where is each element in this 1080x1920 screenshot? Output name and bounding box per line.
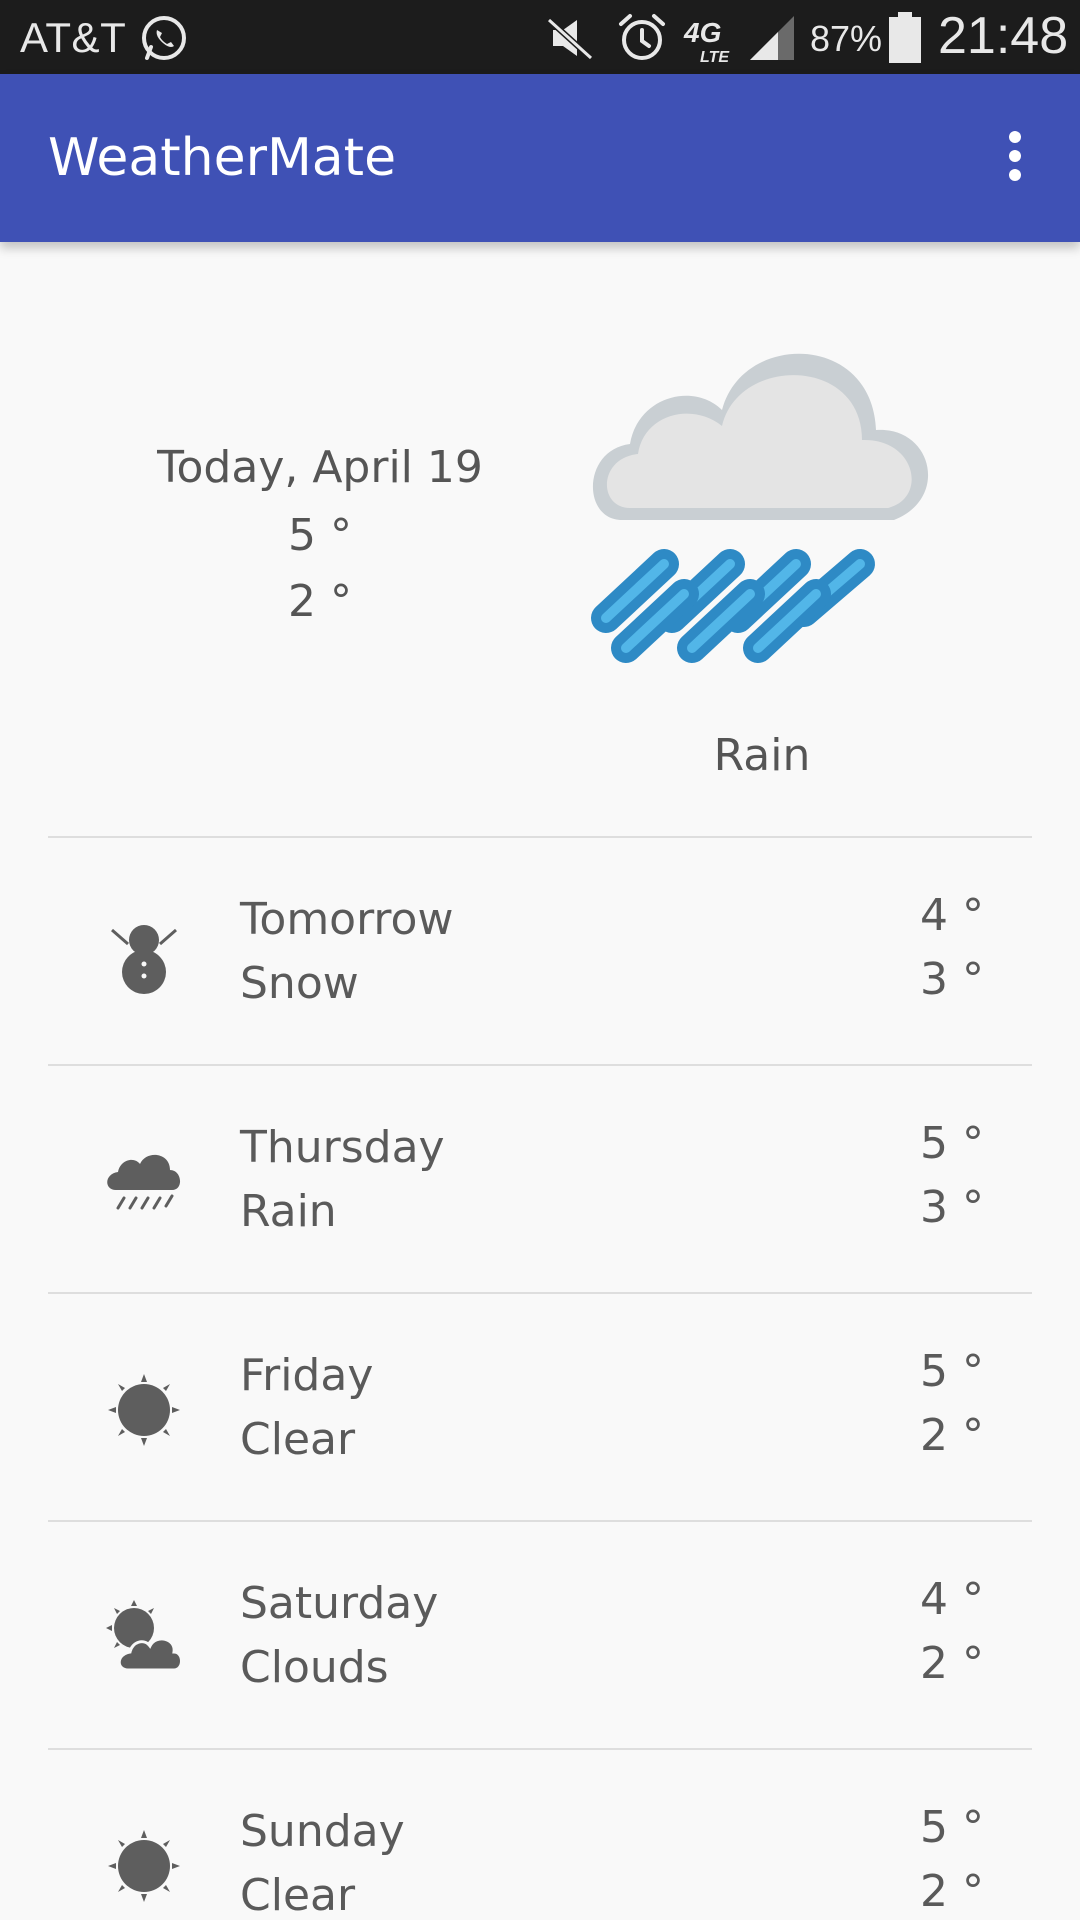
app-bar: WeatherMate xyxy=(0,74,1080,242)
today-high-temp: 5 ° xyxy=(288,510,352,561)
forecast-day: Tomorrow xyxy=(240,894,454,945)
forecast-day: Sunday xyxy=(240,1806,405,1857)
forecast-day: Saturday xyxy=(240,1578,439,1629)
alarm-icon xyxy=(617,12,667,69)
forecast-condition: Clear xyxy=(240,1870,356,1920)
app-title: WeatherMate xyxy=(48,128,397,188)
forecast-condition: Snow xyxy=(240,958,359,1009)
carrier-label: AT&T xyxy=(20,14,127,61)
forecast-low: 3 ° xyxy=(920,954,984,1005)
mute-icon xyxy=(545,14,597,67)
forecast-high: 5 ° xyxy=(920,1346,984,1397)
forecast-item-tomorrow[interactable]: Tomorrow Snow 4 ° 3 ° xyxy=(0,838,1080,1064)
signal-icon xyxy=(748,14,796,67)
svg-text:LTE: LTE xyxy=(700,49,730,64)
whatsapp-icon xyxy=(138,12,190,69)
sun-icon xyxy=(104,1370,184,1450)
forecast-day: Thursday xyxy=(240,1122,445,1173)
today-summary[interactable]: Today, April 19 5 ° 2 ° Rain xyxy=(0,242,1080,836)
forecast-item-saturday[interactable]: Saturday Clouds 4 ° 2 ° xyxy=(0,1522,1080,1748)
sun-icon xyxy=(104,1826,184,1906)
forecast-high: 5 ° xyxy=(920,1118,984,1169)
rain-icon xyxy=(104,1142,184,1222)
forecast-low: 2 ° xyxy=(920,1410,984,1461)
today-condition: Rain xyxy=(713,730,811,781)
battery-percent: 87% xyxy=(810,18,883,59)
today-low-temp: 2 ° xyxy=(288,576,352,627)
more-vert-icon xyxy=(1007,130,1023,186)
forecast-item-friday[interactable]: Friday Clear 5 ° 2 ° xyxy=(0,1294,1080,1520)
forecast-day: Friday xyxy=(240,1350,374,1401)
battery-icon xyxy=(887,12,923,69)
forecast-high: 4 ° xyxy=(920,890,984,941)
forecast-item-thursday[interactable]: Thursday Rain 5 ° 3 ° xyxy=(0,1066,1080,1292)
forecast-condition: Clear xyxy=(240,1414,356,1465)
forecast-condition: Rain xyxy=(240,1186,337,1237)
svg-text:4G: 4G xyxy=(683,17,721,48)
forecast-item-sunday[interactable]: Sunday Clear 5 ° 2 ° xyxy=(0,1750,1080,1920)
rain-art-icon xyxy=(572,322,952,706)
today-date: Today, April 19 xyxy=(157,442,483,493)
clock: 21:48 xyxy=(938,7,1069,65)
forecast-high: 4 ° xyxy=(920,1574,984,1625)
clouds-icon xyxy=(104,1598,184,1678)
status-bar: AT&T 4G LTE 87% 21:48 xyxy=(0,0,1080,74)
forecast-high: 5 ° xyxy=(920,1802,984,1853)
forecast-condition: Clouds xyxy=(240,1642,389,1693)
forecast-low: 2 ° xyxy=(920,1638,984,1689)
forecast-low: 3 ° xyxy=(920,1182,984,1233)
overflow-menu-button[interactable] xyxy=(990,126,1040,190)
network-4g-icon: 4G LTE xyxy=(682,14,738,69)
forecast-low: 2 ° xyxy=(920,1866,984,1917)
snow-icon xyxy=(104,914,184,994)
